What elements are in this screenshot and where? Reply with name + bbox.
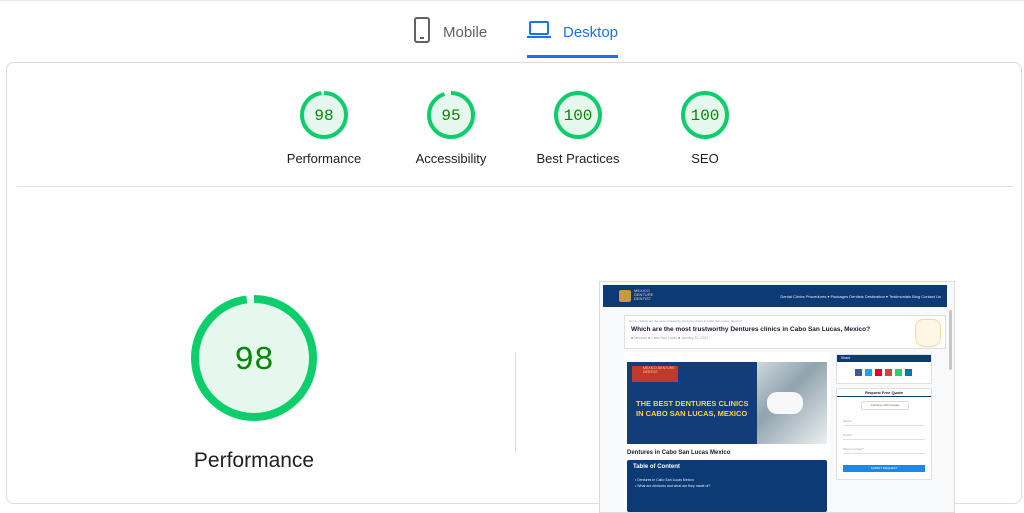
tab-desktop[interactable]: Desktop [527,12,619,58]
thumb-share-icons [855,369,912,376]
thumb-quote-title: Request Free Quote [837,389,931,397]
score-label: Accessibility [415,151,487,166]
thumb-menu: Dental Clinics Procedures ▾ Packages Den… [780,294,941,299]
svg-text:100: 100 [691,107,720,125]
thumb-main-content: MEXICO DENTURE DENTIST THE BEST DENTURES… [624,352,830,512]
tab-mobile-label: Mobile [443,23,488,41]
score-gauge-seo[interactable]: 100 SEO [640,89,770,166]
device-tabs: Mobile Desktop [0,0,1024,58]
thumb-hero: Home › Which are the most trustworthy De… [624,315,946,349]
thumb-submit-button: SUBMIT REQUEST [843,465,925,472]
thumb-banner-text: THE BEST DENTURES CLINICS IN CABO SAN LU… [636,399,749,418]
whatsapp-icon [895,369,902,376]
active-tab-indicator [527,55,619,58]
performance-title: Performance [193,449,315,472]
score-gauge-best-practices[interactable]: 100 Best Practices [513,89,643,166]
score-label: Best Practices [536,151,620,166]
thumb-quote-form: Request Free Quote Continue with Google … [836,388,932,480]
thumb-phone-field: Phone number* [843,445,925,454]
thumb-subheading: Dentures in Cabo San Lucas Mexico [627,450,731,456]
thumb-banner-logo-text: MEXICO DENTURE DENTIST [643,366,675,374]
gauge-ring: 100 [554,91,602,139]
thumb-toc-item: • What are dentures and what are they ma… [635,484,711,488]
score-gauge-performance[interactable]: 98 Performance [259,89,389,166]
thumb-meta: ■ Mexican ■ Cabo San Lucas ■ January 21,… [631,336,709,340]
gauge-ring: 98 [300,91,348,139]
section-divider [17,186,1013,187]
thumb-google-button: Continue with Google [861,401,909,410]
thumb-toc-item: • Dentures in Cabo San Lucas Mexico [635,478,695,482]
thumb-sidebar: Share Request Free Quote Continue with G… [836,352,932,512]
gauge-ring: 95 [427,91,475,139]
tooth-icon [915,319,941,347]
pinterest-icon [875,369,882,376]
facebook-icon [855,369,862,376]
performance-gauge-large: 98 [189,293,319,423]
score-label: Performance [286,151,362,166]
thumb-email-field: Email* [843,431,925,440]
gauge-ring: 100 [681,91,729,139]
score-label: SEO [691,151,719,166]
thumb-scrollbar [949,310,952,370]
thumb-banner-photo [757,362,827,444]
thumb-table-of-content: Table of Content • Dentures in Cabo San … [627,460,827,512]
svg-text:95: 95 [441,107,460,125]
thumb-banner: MEXICO DENTURE DENTIST THE BEST DENTURES… [627,362,827,444]
tab-desktop-label: Desktop [563,23,619,41]
gauge-ring-large: 98 [191,295,317,421]
laptop-icon [527,20,551,45]
svg-text:98: 98 [314,107,333,125]
thumb-logo-icon [619,290,631,302]
thumb-name-field: Name* [843,417,925,426]
vertical-separator [515,353,516,453]
thumb-logo-text: MEXICO DENTURE DENTIST [634,288,654,301]
thumb-share-title: Share [837,355,931,362]
email-icon [885,369,892,376]
svg-text:98: 98 [234,342,274,379]
thumb-toc-title: Table of Content [633,464,680,470]
linkedin-icon [905,369,912,376]
svg-text:100: 100 [564,107,593,125]
thumb-share-box: Share [836,354,932,384]
tab-mobile[interactable]: Mobile [413,12,487,52]
thumb-navbar: MEXICO DENTURE DENTIST Dental Clinics Pr… [603,285,947,307]
page-screenshot-thumbnail: MEXICO DENTURE DENTIST Dental Clinics Pr… [599,281,955,513]
thumb-breadcrumb: Home › Which are the most trustworthy De… [629,319,743,323]
twitter-icon [865,369,872,376]
thumb-page-title: Which are the most trustworthy Dentures … [631,326,871,333]
score-gauge-accessibility[interactable]: 95 Accessibility [386,89,516,166]
smartphone-icon [413,16,431,48]
report-card: 98 Performance 95 Accessibility 100 Best… [6,62,1022,513]
